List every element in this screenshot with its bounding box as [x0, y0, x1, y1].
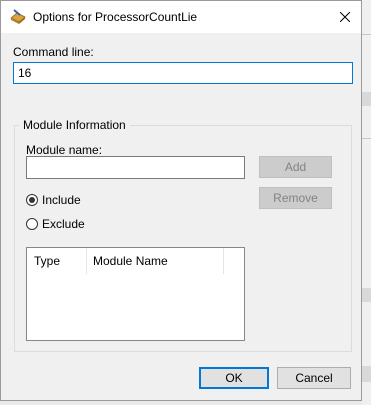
- title-bar: Options for ProcessorCountLie: [1, 1, 361, 33]
- column-type-label: Type: [34, 254, 61, 268]
- group-label: Module Information: [19, 118, 130, 132]
- add-button-label: Add: [284, 160, 307, 174]
- column-separator: [223, 248, 224, 274]
- include-label: Include: [42, 193, 81, 207]
- radio-selected-dot: [29, 197, 35, 203]
- remove-button-label: Remove: [273, 191, 318, 205]
- app-icon: [10, 9, 26, 24]
- command-line-label: Command line:: [13, 45, 94, 59]
- list-header: Type Module Name: [27, 248, 244, 274]
- column-header-module-name[interactable]: Module Name: [93, 248, 223, 274]
- module-name-input[interactable]: [26, 156, 245, 179]
- command-line-input[interactable]: [13, 62, 353, 84]
- exclude-label: Exclude: [42, 217, 85, 231]
- include-radio-circle: [26, 194, 38, 206]
- column-module-name-label: Module Name: [93, 254, 168, 268]
- close-button[interactable]: [331, 5, 359, 29]
- dialog-title: Options for ProcessorCountLie: [33, 10, 198, 24]
- add-button[interactable]: Add: [259, 156, 332, 178]
- include-radio[interactable]: Include: [26, 193, 81, 207]
- exclude-radio[interactable]: Exclude: [26, 217, 85, 231]
- options-dialog: Options for ProcessorCountLie Command li…: [0, 0, 362, 401]
- background-window: [362, 0, 371, 405]
- exclude-radio-circle: [26, 218, 38, 230]
- close-icon: [340, 12, 350, 22]
- module-list[interactable]: Type Module Name: [26, 247, 245, 341]
- ok-button-label: OK: [225, 371, 243, 385]
- cancel-button[interactable]: Cancel: [277, 367, 351, 389]
- remove-button[interactable]: Remove: [259, 187, 332, 209]
- module-name-label: Module name:: [26, 143, 103, 157]
- ok-button[interactable]: OK: [199, 367, 269, 389]
- column-separator: [86, 248, 87, 274]
- cancel-button-label: Cancel: [295, 371, 333, 385]
- column-header-type[interactable]: Type: [34, 248, 86, 274]
